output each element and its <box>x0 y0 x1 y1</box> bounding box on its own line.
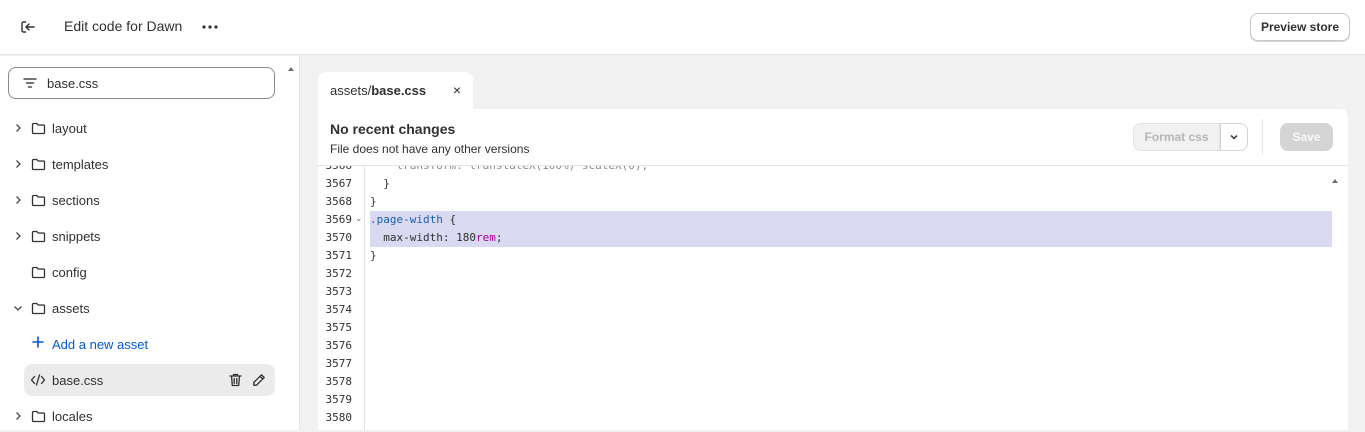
sidebar-item-label: templates <box>52 156 109 172</box>
sidebar-item-label: sections <box>52 192 100 208</box>
sidebar-item-label: assets <box>52 300 90 316</box>
file-search[interactable] <box>8 67 275 99</box>
code-token: { <box>442 213 457 226</box>
fold-chevron-icon[interactable]: ⌄ <box>355 213 363 224</box>
css-property: max-width: <box>370 231 457 244</box>
folder-icon <box>30 228 46 244</box>
line-number: 3572 <box>325 267 353 280</box>
status-title: No recent changes <box>330 121 456 137</box>
code-line: } <box>370 195 377 208</box>
code-token: ; <box>495 231 503 244</box>
edit-icon[interactable] <box>251 372 267 388</box>
folder-icon <box>30 192 46 208</box>
code-icon <box>30 372 46 388</box>
add-asset-link[interactable]: Add a new asset <box>30 332 148 356</box>
css-unit: rem <box>475 231 496 244</box>
chevron-down-icon <box>1230 134 1238 140</box>
folder-icon <box>30 120 46 136</box>
chevron-right-icon[interactable] <box>10 408 26 424</box>
tab-file: base.css <box>371 83 427 98</box>
line-number: 3573 <box>325 285 353 298</box>
save-button[interactable]: Save <box>1280 123 1333 151</box>
delete-icon[interactable] <box>227 372 243 388</box>
code-line: transform: translateX(100%) scaleX(0); <box>370 165 649 172</box>
line-number: 3568 <box>325 195 353 208</box>
code-line: } <box>370 249 377 262</box>
sidebar-item-label: snippets <box>52 228 101 244</box>
sidebar-item-label: locales <box>52 408 93 424</box>
format-dropdown-button[interactable] <box>1220 123 1248 151</box>
sidebar-item-config[interactable]: config <box>10 256 275 288</box>
line-gutter: 3566 3567 3568 3569 ⌄ 3570 3571 3572 357… <box>318 166 365 430</box>
add-asset-label: Add a new asset <box>52 336 149 352</box>
sidebar-item-layout[interactable]: layout <box>10 112 275 144</box>
tab-base-css[interactable]: assets/base.css × <box>318 72 473 109</box>
exit-icon[interactable] <box>16 15 40 39</box>
code-line: } <box>370 177 390 190</box>
plus-icon <box>30 336 46 352</box>
chevron-right-icon[interactable] <box>10 192 26 208</box>
editor: assets/base.css × No recent changes File… <box>318 72 1348 430</box>
line-number: 3575 <box>325 321 353 334</box>
line-number: 3571 <box>325 249 353 262</box>
sidebar-item-snippets[interactable]: snippets <box>10 220 275 252</box>
filter-icon <box>23 77 37 89</box>
tab-label: assets/base.css <box>330 83 426 98</box>
sidebar-item-label: config <box>52 264 87 280</box>
folder-icon <box>30 264 46 280</box>
file-item-base-css[interactable]: base.css <box>24 364 275 396</box>
format-group: Format css <box>1133 123 1248 151</box>
file-sidebar: layout templates sections snippets confi… <box>0 56 300 430</box>
line-number: 3574 <box>325 303 353 316</box>
format-css-button[interactable]: Format css <box>1133 123 1220 151</box>
file-label: base.css <box>52 372 104 388</box>
css-number: 180 <box>456 231 476 244</box>
editor-panel: No recent changes File does not have any… <box>318 109 1348 430</box>
page-title: Edit code for Dawn <box>64 18 183 34</box>
chevron-placeholder <box>10 264 26 280</box>
line-number: 3580 <box>325 411 353 424</box>
line-number: 3569 <box>325 213 353 226</box>
folder-icon <box>30 156 46 172</box>
chevron-down-icon[interactable] <box>10 300 26 316</box>
folder-icon <box>30 300 46 316</box>
line-number: 3567 <box>325 177 353 190</box>
scroll-up-icon[interactable] <box>286 60 296 71</box>
code-line: .page-width { <box>370 211 456 229</box>
sidebar-item-templates[interactable]: templates <box>10 148 275 180</box>
chevron-right-icon[interactable] <box>10 228 26 244</box>
more-actions-icon[interactable] <box>198 15 222 39</box>
code-line: max-width: 180rem; <box>370 229 502 247</box>
line-number: 3579 <box>325 393 353 406</box>
folder-icon <box>30 408 46 424</box>
sidebar-item-assets[interactable]: assets <box>10 292 275 324</box>
line-number: 3570 <box>325 231 353 244</box>
chevron-right-icon[interactable] <box>10 156 26 172</box>
line-number: 3576 <box>325 339 353 352</box>
code-editor[interactable]: 3566 3567 3568 3569 ⌄ 3570 3571 3572 357… <box>318 165 1348 430</box>
status-subtitle: File does not have any other versions <box>330 142 530 156</box>
sidebar-item-locales[interactable]: locales <box>10 400 275 432</box>
chevron-right-icon[interactable] <box>10 120 26 136</box>
tab-path: assets/ <box>330 83 372 98</box>
divider <box>1262 119 1263 155</box>
line-number: 3578 <box>325 375 353 388</box>
preview-store-button[interactable]: Preview store <box>1249 13 1350 41</box>
sidebar-item-label: layout <box>52 120 87 136</box>
scroll-up-icon[interactable] <box>1330 172 1340 183</box>
close-icon[interactable]: × <box>453 82 461 98</box>
search-input[interactable] <box>47 75 247 91</box>
selection-highlight <box>370 211 1332 247</box>
line-number: 3577 <box>325 357 353 370</box>
line-number: 3566 <box>325 165 353 172</box>
css-selector: .page-width <box>370 213 443 226</box>
sidebar-item-sections[interactable]: sections <box>10 184 275 216</box>
top-bar: Edit code for Dawn Preview store <box>0 0 1365 55</box>
